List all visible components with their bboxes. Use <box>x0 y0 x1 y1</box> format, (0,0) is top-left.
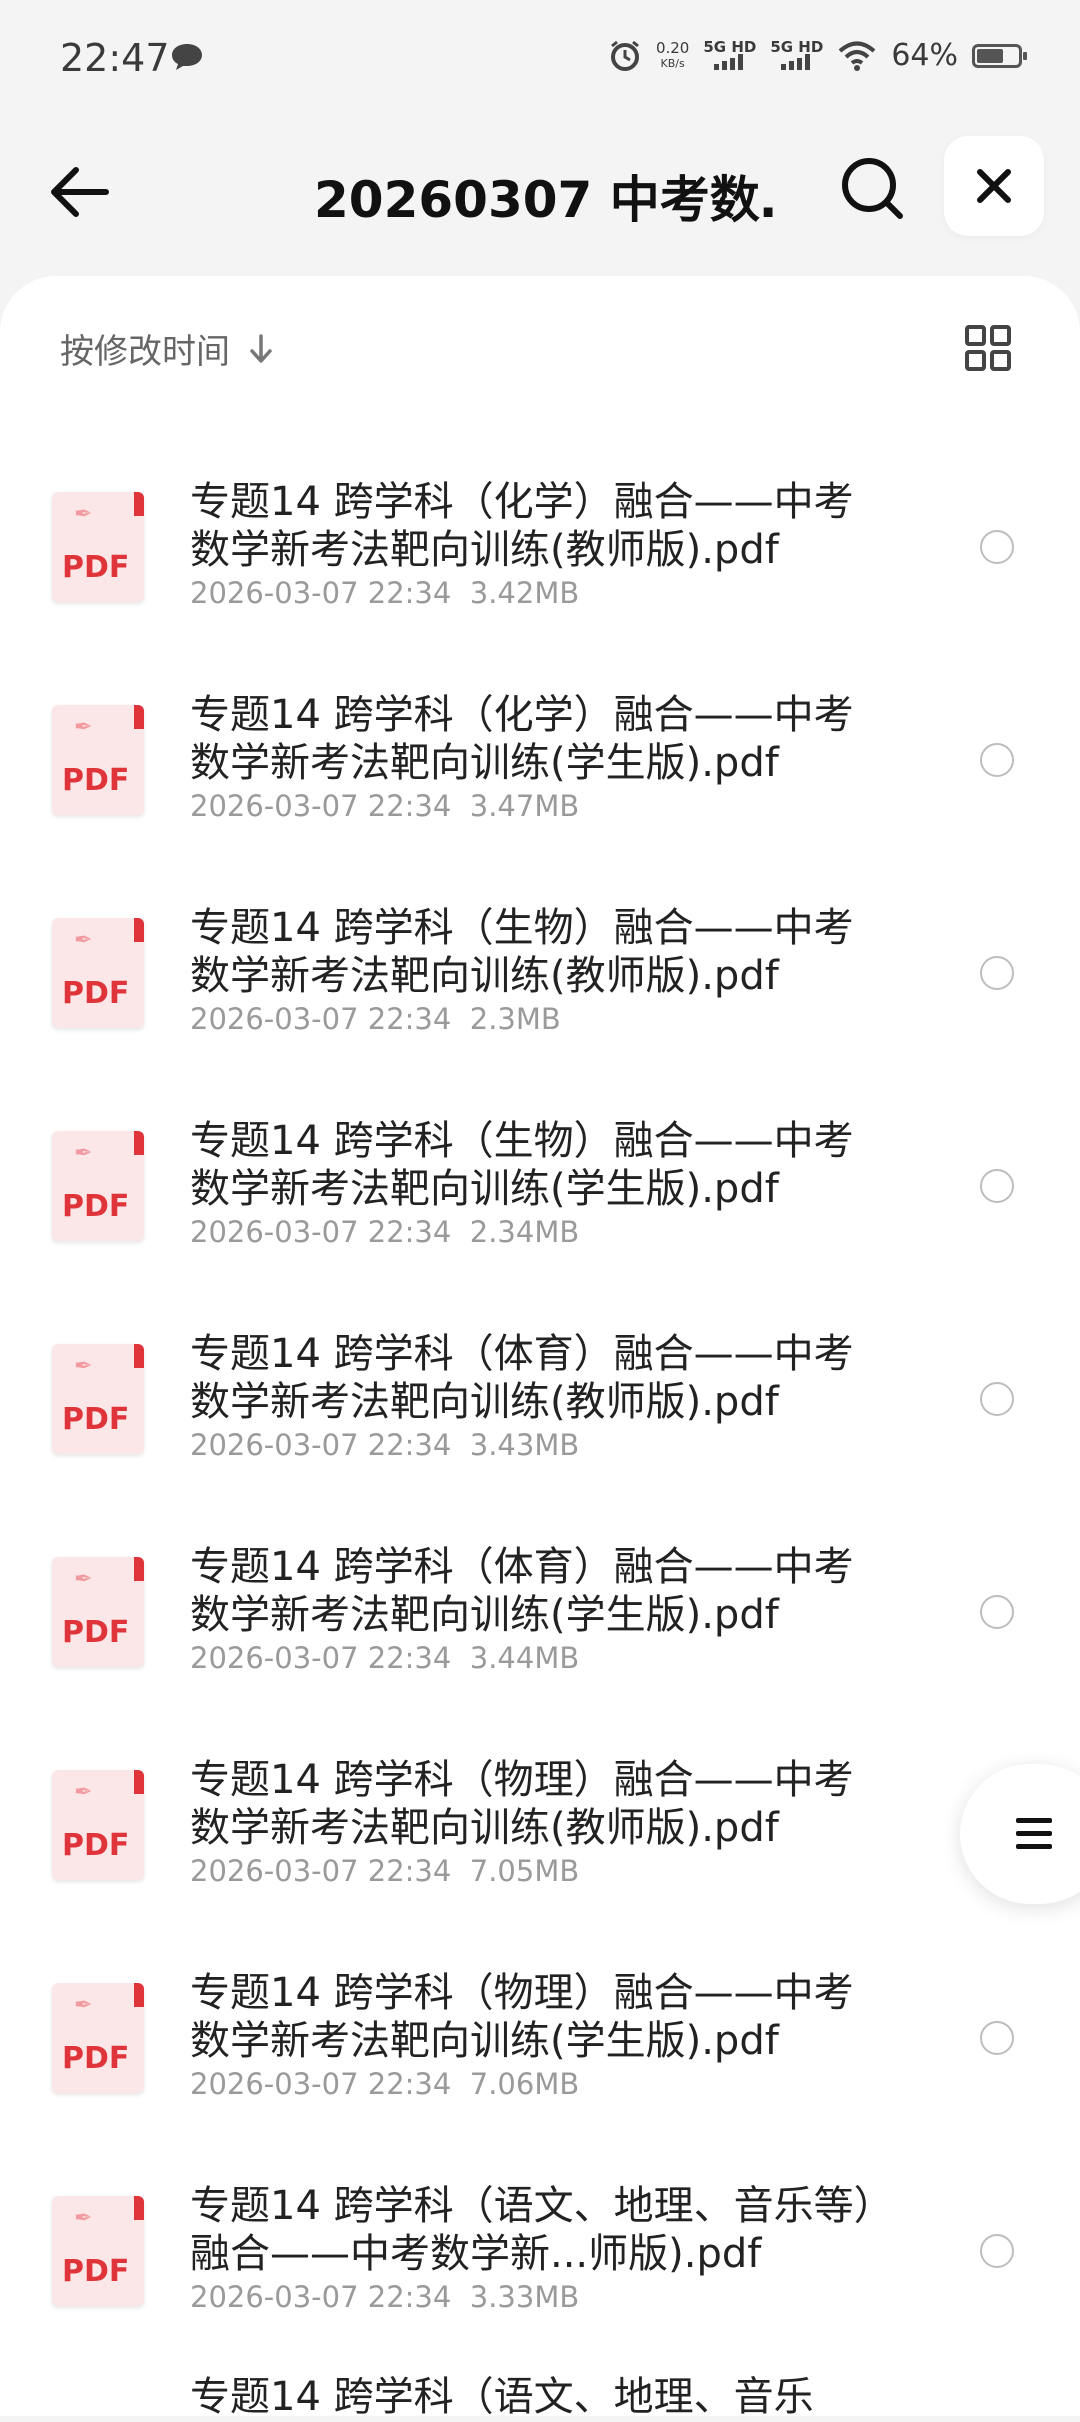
file-date: 2026-03-07 22:34 <box>190 1002 452 1036</box>
battery-icon <box>972 43 1027 68</box>
file-list: ✒ PDF 专题14 跨学科（化学）融合——中考数学新考法靶向训练(教师版).pd… <box>0 440 1080 2357</box>
list-item[interactable]: ✒ PDF 专题14 跨学科（化学）融合——中考数学新考法靶向训练(学生版).pd… <box>0 653 1080 866</box>
file-date: 2026-03-07 22:34 <box>190 1215 452 1249</box>
pdf-file-icon: ✒ PDF <box>52 1770 144 1880</box>
sort-down-icon <box>250 333 272 363</box>
select-radio[interactable] <box>980 956 1014 990</box>
file-meta: 2026-03-07 22:34 3.33MB <box>190 2280 579 2314</box>
select-radio[interactable] <box>980 1595 1014 1629</box>
list-item[interactable]: ✒ PDF 专题14 跨学科（体育）融合——中考数学新考法靶向训练(学生版).pd… <box>0 1505 1080 1718</box>
message-icon <box>172 44 202 70</box>
pdf-file-icon: ✒ PDF <box>52 1983 144 2093</box>
list-item[interactable]: ✒ PDF 专题14 跨学科（生物）融合——中考数学新考法靶向训练(学生版).pd… <box>0 1079 1080 1292</box>
net-speed: 0.20 KB/s <box>655 38 690 70</box>
pdf-file-icon: ✒ PDF <box>52 2196 144 2306</box>
file-name: 专题14 跨学科（化学）融合——中考数学新考法靶向训练(学生版).pdf <box>190 692 854 786</box>
file-date: 2026-03-07 22:34 <box>190 576 452 610</box>
file-size: 2.34MB <box>469 1215 580 1249</box>
file-date: 2026-03-07 22:34 <box>190 789 452 823</box>
file-meta: 2026-03-07 22:34 3.43MB <box>190 1428 579 1462</box>
pdf-file-icon: ✒ PDF <box>52 1131 144 1241</box>
file-size: 7.05MB <box>469 1854 580 1888</box>
file-size: 2.3MB <box>469 1002 561 1036</box>
back-arrow-icon <box>51 167 109 217</box>
select-radio[interactable] <box>980 530 1014 564</box>
menu-icon <box>1016 1818 1052 1849</box>
list-item-partial[interactable]: 专题14 跨学科（语文、地理、音乐 <box>190 2364 814 2422</box>
file-name: 专题14 跨学科（语文、地理、音乐等）融合——中考数学新...师版).pdf <box>190 2183 874 2277</box>
file-meta: 2026-03-07 22:34 2.3MB <box>190 1002 561 1036</box>
search-button[interactable] <box>836 152 908 224</box>
file-name: 专题14 跨学科（生物）融合——中考数学新考法靶向训练(教师版).pdf <box>190 905 854 999</box>
header: 20260307 中考数… <box>0 130 1080 250</box>
sort-label: 按修改时间 <box>60 332 230 372</box>
file-name: 专题14 跨学科（体育）融合——中考数学新考法靶向训练(学生版).pdf <box>190 1544 854 1638</box>
search-icon <box>842 158 903 219</box>
pdf-file-icon: ✒ PDF <box>52 918 144 1028</box>
select-radio[interactable] <box>980 743 1014 777</box>
grid-view-button[interactable] <box>964 324 1012 372</box>
file-meta: 2026-03-07 22:34 3.42MB <box>190 576 579 610</box>
pdf-file-icon: ✒ PDF <box>52 1344 144 1454</box>
file-meta: 2026-03-07 22:34 3.47MB <box>190 789 579 823</box>
file-meta: 2026-03-07 22:34 2.34MB <box>190 1215 579 1249</box>
pdf-file-icon: ✒ PDF <box>52 705 144 815</box>
wifi-icon <box>838 41 876 71</box>
file-date: 2026-03-07 22:34 <box>190 2280 452 2314</box>
file-name: 专题14 跨学科（化学）融合——中考数学新考法靶向训练(教师版).pdf <box>190 479 854 573</box>
file-date: 2026-03-07 22:34 <box>190 1428 452 1462</box>
select-radio[interactable] <box>980 2021 1014 2055</box>
list-item[interactable]: ✒ PDF 专题14 跨学科（语文、地理、音乐等）融合——中考数学新...师版).… <box>0 2144 1080 2357</box>
file-date: 2026-03-07 22:34 <box>190 1854 452 1888</box>
pdf-file-icon: ✒ PDF <box>52 1557 144 1667</box>
file-size: 7.06MB <box>469 2067 580 2101</box>
file-name: 专题14 跨学科（物理）融合——中考数学新考法靶向训练(学生版).pdf <box>190 1970 854 2064</box>
list-item[interactable]: ✒ PDF 专题14 跨学科（生物）融合——中考数学新考法靶向训练(教师版).pd… <box>0 866 1080 1079</box>
page-title: 20260307 中考数… <box>314 171 774 229</box>
back-button[interactable] <box>44 156 116 228</box>
file-date: 2026-03-07 22:34 <box>190 2067 452 2101</box>
sort-control[interactable]: 按修改时间 <box>60 324 278 373</box>
file-meta: 2026-03-07 22:34 7.06MB <box>190 2067 579 2101</box>
list-item[interactable]: ✒ PDF 专题14 跨学科（物理）融合——中考数学新考法靶向训练(学生版).pd… <box>0 1931 1080 2144</box>
sim2-signal: 5G HD <box>770 39 823 72</box>
grid-view-icon <box>965 325 1011 371</box>
list-item[interactable]: ✒ PDF 专题14 跨学科（化学）融合——中考数学新考法靶向训练(教师版).pd… <box>0 440 1080 653</box>
select-radio[interactable] <box>980 1382 1014 1416</box>
file-name: 专题14 跨学科（生物）融合——中考数学新考法靶向训练(学生版).pdf <box>190 1118 854 1212</box>
file-meta: 2026-03-07 22:34 3.44MB <box>190 1641 579 1675</box>
file-size: 3.47MB <box>469 789 580 823</box>
file-size: 3.42MB <box>469 576 580 610</box>
file-size: 3.44MB <box>469 1641 580 1675</box>
close-button[interactable] <box>944 136 1044 236</box>
signal-icon <box>780 53 810 70</box>
file-date: 2026-03-07 22:34 <box>190 1641 452 1675</box>
status-time: 22:47 <box>60 36 170 80</box>
list-item[interactable]: ✒ PDF 专题14 跨学科（物理）融合——中考数学新考法靶向训练(教师版).pd… <box>0 1718 1080 1931</box>
alarm-icon <box>610 40 639 71</box>
file-size: 3.43MB <box>469 1428 580 1462</box>
close-icon <box>977 169 1011 203</box>
status-bar: 22:47 0.20 KB/s 5G HD 5G HD 64% <box>0 0 1080 118</box>
select-radio[interactable] <box>980 2234 1014 2268</box>
select-radio[interactable] <box>980 1169 1014 1203</box>
signal-icon <box>713 53 743 70</box>
sim1-signal: 5G HD <box>703 39 756 72</box>
file-size: 3.33MB <box>469 2280 580 2314</box>
pdf-file-icon: ✒ PDF <box>52 492 144 602</box>
file-name: 专题14 跨学科（体育）融合——中考数学新考法靶向训练(教师版).pdf <box>190 1331 854 1425</box>
battery-percent: 64% <box>891 38 958 73</box>
file-name: 专题14 跨学科（物理）融合——中考数学新考法靶向训练(教师版).pdf <box>190 1757 854 1851</box>
file-meta: 2026-03-07 22:34 7.05MB <box>190 1854 579 1888</box>
file-panel: 按修改时间 ✒ PDF 专题14 跨学科（化学）融合——中考数学新考法靶向训练(教… <box>0 276 1080 2416</box>
list-item[interactable]: ✒ PDF 专题14 跨学科（体育）融合——中考数学新考法靶向训练(教师版).pd… <box>0 1292 1080 1505</box>
